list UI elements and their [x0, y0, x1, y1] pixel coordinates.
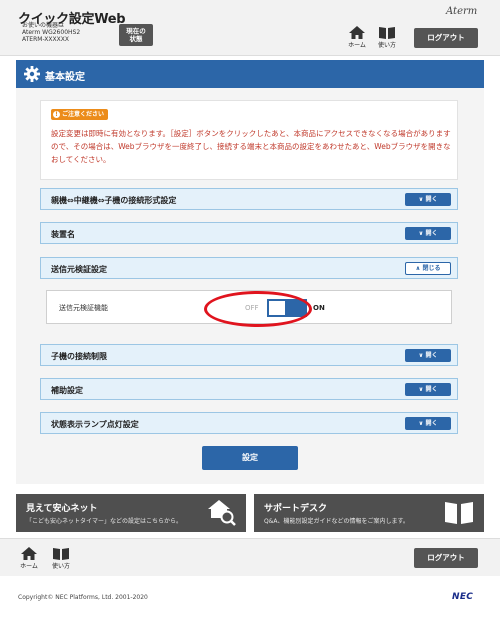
- close-button-label: 閉じる: [422, 265, 441, 272]
- section-header: 基本設定: [16, 60, 484, 88]
- device-model: Aterm WG2600HS2: [22, 29, 81, 36]
- book-icon: [445, 502, 473, 524]
- section-title: 基本設定: [45, 72, 85, 83]
- mieru-anshin-banner[interactable]: 見えて安心ネット 「こども安心ネットタイマー」などの設定はこちらから。: [16, 494, 246, 532]
- help-nav[interactable]: 使い方: [372, 26, 402, 49]
- notice-box: ! ご注意ください 設定変更は即時に有効となります。［設定］ボタンをクリックしたあ…: [40, 100, 458, 180]
- main-panel: 基本設定 ! ご注意ください 設定変更は即時に有効となります。［設定］ボタンをクリ…: [16, 60, 484, 484]
- current-status-button[interactable]: 現在の 状態: [119, 24, 153, 46]
- highlight-circle: [204, 291, 312, 327]
- logout-button[interactable]: ログアウト: [414, 548, 478, 568]
- open-button[interactable]: ∨ 開く: [405, 227, 451, 240]
- home-label: ホーム: [20, 563, 38, 570]
- logout-button[interactable]: ログアウト: [414, 28, 478, 48]
- open-button[interactable]: ∨ 開く: [405, 193, 451, 206]
- home-icon: [349, 26, 365, 39]
- submit-button[interactable]: 設定: [202, 446, 298, 470]
- open-button[interactable]: ∨ 開く: [405, 383, 451, 396]
- book-icon: [53, 548, 69, 560]
- help-label: 使い方: [377, 42, 396, 49]
- accordion-label: 状態表示ランプ点灯設定: [51, 420, 139, 429]
- accordion-label: 送信元検証設定: [51, 265, 107, 274]
- notice-badge: ! ご注意ください: [51, 109, 109, 120]
- support-desk-banner[interactable]: サポートデスク Q&A、機能別設定ガイドなどの情報をご案内します。: [254, 494, 484, 532]
- device-ssid: ATERM-XXXXXX: [22, 36, 69, 43]
- source-verify-label: 送信元検証機能: [59, 304, 108, 312]
- gear-icon: [24, 66, 40, 82]
- banner-title: サポートデスク: [264, 504, 328, 514]
- home-nav[interactable]: ホーム: [14, 547, 44, 570]
- notice-badge-label: ご注意ください: [62, 111, 105, 118]
- accordion-label: 装置名: [51, 230, 75, 239]
- home-label: ホーム: [348, 42, 366, 49]
- accordion-client-limit[interactable]: 子機の接続制限 ∨ 開く: [40, 344, 458, 366]
- open-button[interactable]: ∨ 開く: [405, 349, 451, 362]
- device-info: お使いの機器は Aterm WG2600HS2 ATERM-XXXXXX: [22, 22, 80, 43]
- house-search-icon: [208, 500, 236, 526]
- copyright: Copyright© NEC Platforms, Ltd. 2001-2020: [18, 594, 148, 601]
- close-button[interactable]: ∧ 閉じる: [405, 262, 451, 275]
- book-icon: [379, 27, 395, 39]
- nec-logo: NEC: [452, 592, 474, 602]
- open-button-label: 開く: [425, 230, 438, 237]
- notice-text: 設定変更は即時に有効となります。［設定］ボタンをクリックしたあと、本商品にアクセ…: [51, 129, 451, 164]
- accordion-label: 親機⇔中継機⇔子機の接続形式設定: [51, 196, 177, 205]
- accordion-label: 子機の接続制限: [51, 352, 107, 361]
- open-button-label: 開く: [425, 420, 438, 427]
- accordion-source-verify[interactable]: 送信元検証設定 ∧ 閉じる: [40, 257, 458, 279]
- open-button-label: 開く: [425, 352, 438, 359]
- accordion-connection-mode[interactable]: 親機⇔中継機⇔子機の接続形式設定 ∨ 開く: [40, 188, 458, 210]
- open-button-label: 開く: [425, 196, 438, 203]
- info-icon: !: [53, 111, 60, 118]
- home-icon: [21, 547, 37, 560]
- help-label: 使い方: [51, 563, 70, 570]
- open-button[interactable]: ∨ 開く: [405, 417, 451, 430]
- banner-subtitle: Q&A、機能別設定ガイドなどの情報をご案内します。: [264, 518, 409, 525]
- accordion-aux-settings[interactable]: 補助設定 ∨ 開く: [40, 378, 458, 400]
- banner-subtitle: 「こども安心ネットタイマー」などの設定はこちらから。: [26, 518, 183, 525]
- open-button-label: 開く: [425, 386, 438, 393]
- footer-nav: ホーム 使い方 ログアウト: [0, 538, 500, 576]
- banner-title: 見えて安心ネット: [26, 504, 98, 514]
- device-caption: お使いの機器は: [22, 22, 65, 29]
- accordion-device-name[interactable]: 装置名 ∨ 開く: [40, 222, 458, 244]
- aterm-logo: Aterm: [446, 6, 478, 17]
- home-nav[interactable]: ホーム: [342, 26, 372, 49]
- toggle-on-label: ON: [313, 304, 325, 312]
- help-nav[interactable]: 使い方: [46, 547, 76, 570]
- accordion-lamp-settings[interactable]: 状態表示ランプ点灯設定 ∨ 開く: [40, 412, 458, 434]
- accordion-label: 補助設定: [51, 386, 83, 395]
- header: クイック設定Web お使いの機器は Aterm WG2600HS2 ATERM-…: [0, 0, 500, 56]
